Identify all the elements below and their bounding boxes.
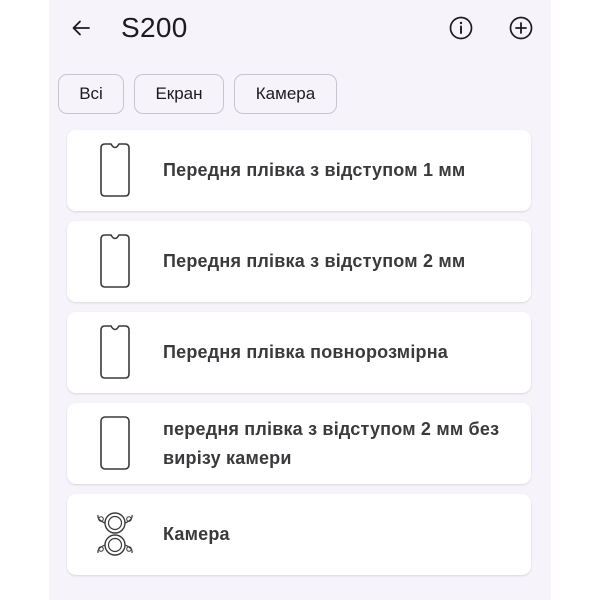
list-item-label: Передня плівка з відступом 2 мм [163, 251, 466, 271]
add-circle-icon [509, 16, 533, 40]
list-item[interactable]: Передня плівка повнорозмірна [67, 312, 531, 393]
chip-camera[interactable]: Камера [234, 74, 337, 114]
app-screen: S200 Всі Екран Камера Передня плівка з в… [49, 0, 551, 600]
list-item-label: Камера [163, 524, 230, 544]
phone-outline-icon [95, 322, 135, 382]
phone-outline-icon [95, 231, 135, 291]
camera-lens-icon [95, 504, 135, 564]
filter-chips: Всі Екран Камера [58, 74, 337, 116]
app-bar: S200 [49, 0, 551, 56]
back-button[interactable] [63, 10, 99, 46]
chip-all[interactable]: Всі [58, 74, 124, 114]
arrow-left-icon [72, 20, 90, 36]
list-item[interactable]: Камера [67, 494, 531, 575]
list-item[interactable]: Передня плівка з відступом 1 мм [67, 130, 531, 211]
list-item-label: передня плівка з відступом 2 мм без вирі… [163, 418, 500, 468]
phone-outline-icon [95, 413, 135, 473]
phone-outline-icon [95, 140, 135, 200]
list-item[interactable]: передня плівка з відступом 2 мм без вирі… [67, 403, 531, 484]
list-item[interactable]: Передня плівка з відступом 2 мм [67, 221, 531, 302]
info-icon [449, 16, 473, 40]
add-button[interactable] [503, 10, 539, 46]
info-button[interactable] [443, 10, 479, 46]
list-item-label: Передня плівка з відступом 1 мм [163, 160, 466, 180]
chip-screen[interactable]: Екран [134, 74, 224, 114]
list-item-label: Передня плівка повнорозмірна [163, 342, 448, 362]
page-title: S200 [121, 12, 188, 43]
